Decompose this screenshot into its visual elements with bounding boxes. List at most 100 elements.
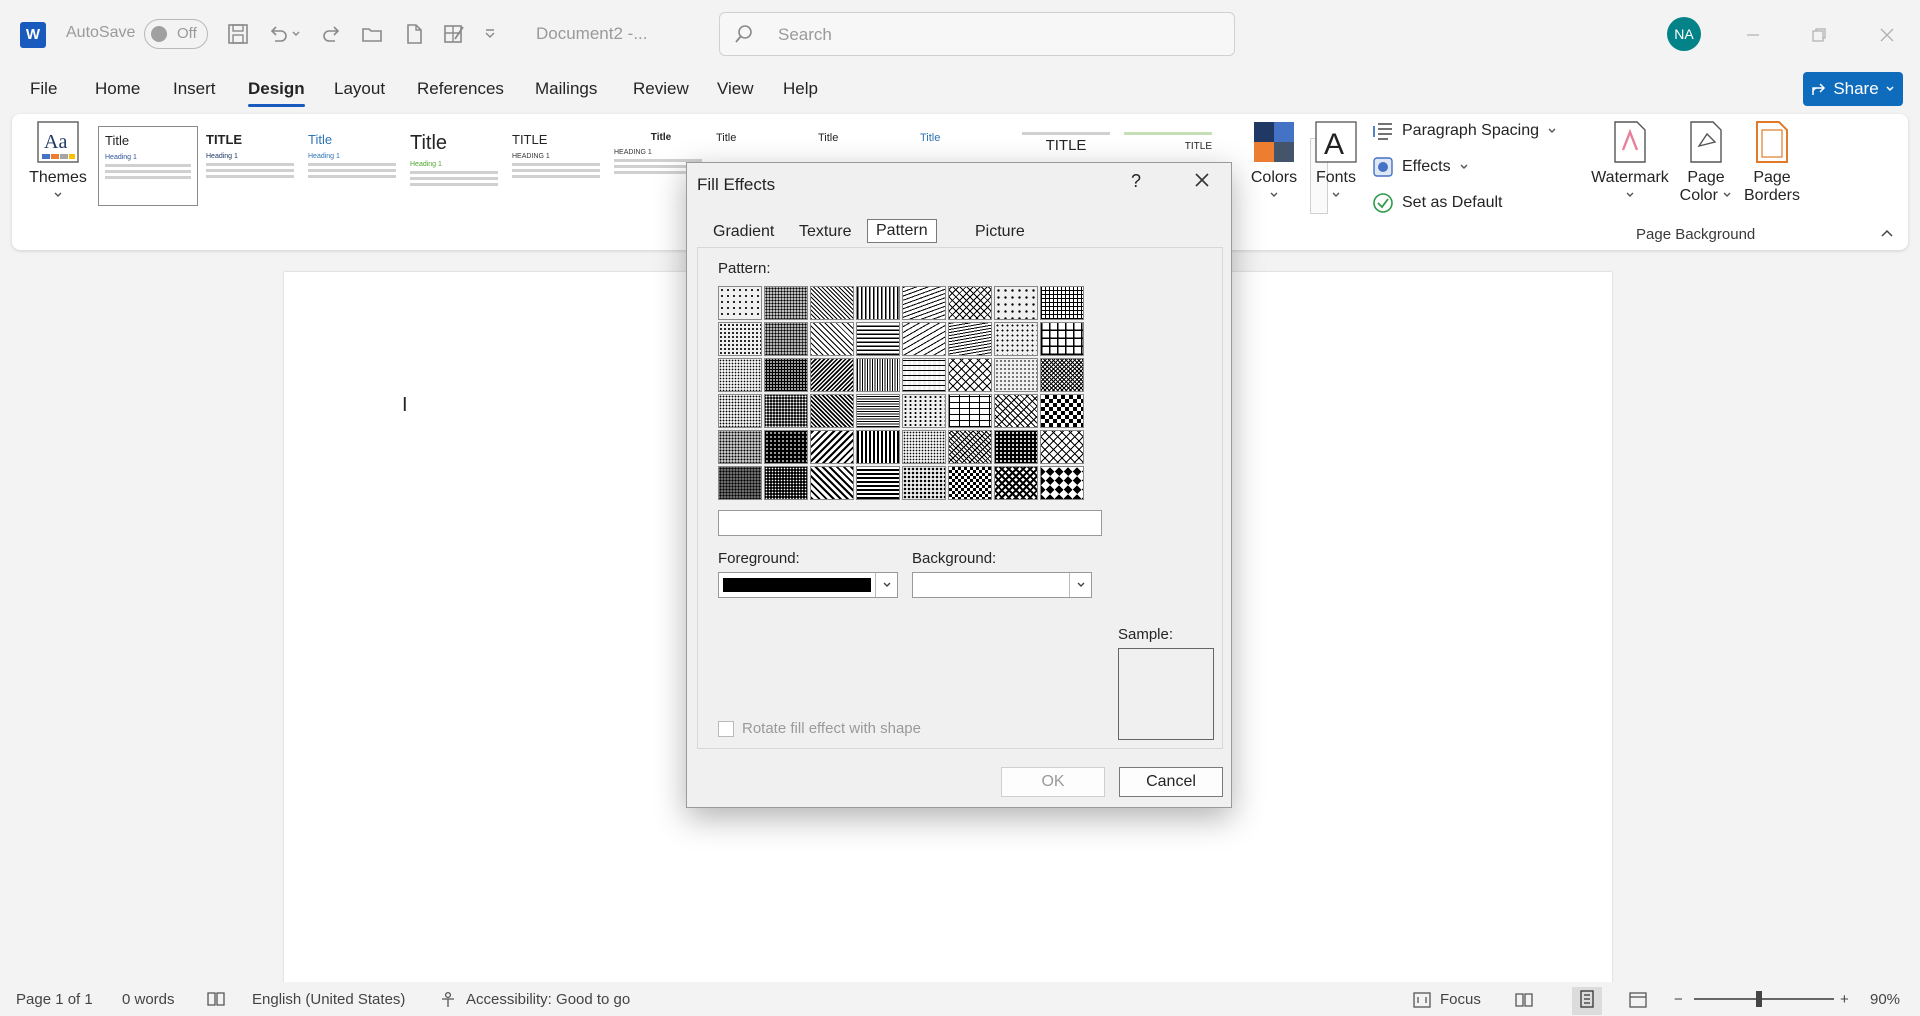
tab-texture[interactable]: Texture [793, 223, 857, 241]
read-mode-icon[interactable] [1514, 991, 1534, 1013]
pattern-swatch[interactable] [810, 466, 854, 500]
style-set-item[interactable]: Title Heading 1 [98, 126, 198, 206]
pattern-swatch[interactable] [764, 466, 808, 500]
menu-insert[interactable]: Insert [173, 79, 216, 99]
search-box[interactable]: Search [719, 12, 1235, 56]
pattern-swatch[interactable] [764, 430, 808, 464]
pattern-swatch[interactable] [810, 358, 854, 392]
pattern-swatch[interactable] [856, 286, 900, 320]
zoom-in-icon[interactable]: + [1840, 991, 1849, 1008]
pattern-swatch[interactable] [810, 322, 854, 356]
paragraph-spacing-button[interactable]: Paragraph Spacing [1372, 120, 1557, 142]
pattern-swatch[interactable] [948, 466, 992, 500]
collapse-ribbon-icon[interactable] [1880, 226, 1894, 242]
page-color-button[interactable]: Page Color [1676, 120, 1736, 205]
pattern-swatch[interactable] [994, 322, 1038, 356]
pattern-swatch[interactable] [810, 430, 854, 464]
menu-references[interactable]: References [417, 79, 504, 99]
watermark-button[interactable]: Watermark [1588, 120, 1672, 205]
page-count[interactable]: Page 1 of 1 [16, 991, 93, 1008]
pattern-swatch[interactable] [948, 430, 992, 464]
checkbox-box[interactable] [718, 720, 734, 737]
style-set-item[interactable]: Title Heading 1 [404, 126, 504, 206]
pattern-swatch[interactable] [856, 430, 900, 464]
accessibility-icon[interactable] [440, 991, 460, 1013]
menu-help[interactable]: Help [783, 79, 818, 99]
share-button[interactable]: Share [1803, 72, 1903, 106]
pattern-swatch[interactable] [994, 394, 1038, 428]
pattern-swatch[interactable] [902, 322, 946, 356]
pattern-swatch[interactable] [902, 286, 946, 320]
pattern-swatch[interactable] [856, 394, 900, 428]
zoom-slider[interactable] [1694, 998, 1834, 1000]
pattern-swatch[interactable] [902, 466, 946, 500]
tab-pattern[interactable]: Pattern [867, 219, 937, 243]
fonts-button[interactable]: A Fonts [1308, 120, 1364, 205]
pattern-swatch[interactable] [994, 466, 1038, 500]
pattern-swatch[interactable] [948, 358, 992, 392]
word-count[interactable]: 0 words [122, 991, 175, 1008]
accessibility-status[interactable]: Accessibility: Good to go [466, 991, 630, 1008]
pattern-swatch[interactable] [856, 466, 900, 500]
pattern-swatch[interactable] [1040, 466, 1084, 500]
pattern-swatch[interactable] [764, 322, 808, 356]
themes-button[interactable]: Aa Themes [28, 120, 88, 205]
tab-picture[interactable]: Picture [969, 223, 1031, 241]
style-set-item[interactable]: TITLE HEADING 1 [506, 126, 606, 206]
pattern-swatch[interactable] [718, 394, 762, 428]
web-layout-icon[interactable] [1628, 991, 1648, 1013]
menu-home[interactable]: Home [95, 79, 140, 99]
pattern-swatch[interactable] [810, 394, 854, 428]
set-as-default-button[interactable]: Set as Default [1372, 192, 1503, 214]
print-layout-icon[interactable] [1572, 987, 1602, 1015]
language[interactable]: English (United States) [252, 991, 405, 1008]
page-borders-button[interactable]: Page Borders [1742, 120, 1802, 205]
pattern-swatch[interactable] [948, 286, 992, 320]
pattern-swatch[interactable] [948, 322, 992, 356]
cancel-button[interactable]: Cancel [1119, 767, 1223, 797]
pattern-swatch[interactable] [902, 430, 946, 464]
focus-icon[interactable] [1412, 991, 1432, 1013]
tab-gradient[interactable]: Gradient [707, 223, 780, 241]
zoom-slider-thumb[interactable] [1756, 991, 1762, 1007]
pattern-swatch[interactable] [902, 394, 946, 428]
open-folder-icon[interactable] [356, 18, 388, 50]
foreground-color-select[interactable] [718, 572, 898, 598]
pattern-swatch[interactable] [764, 394, 808, 428]
pattern-swatch[interactable] [718, 322, 762, 356]
pattern-swatch[interactable] [994, 358, 1038, 392]
pattern-swatch[interactable] [1040, 286, 1084, 320]
effects-button[interactable]: Effects [1372, 156, 1469, 178]
autosave-toggle[interactable]: Off [144, 19, 208, 49]
pattern-swatch[interactable] [994, 430, 1038, 464]
pattern-swatch[interactable] [1040, 358, 1084, 392]
menu-view[interactable]: View [717, 79, 754, 99]
proofing-icon[interactable] [207, 991, 225, 1011]
avatar[interactable]: NA [1667, 17, 1701, 51]
pattern-swatch[interactable] [718, 286, 762, 320]
pattern-swatch[interactable] [1040, 322, 1084, 356]
document-title[interactable]: Document2 -... [536, 24, 648, 44]
ok-button[interactable]: OK [1001, 767, 1105, 797]
close-window-icon[interactable] [1872, 20, 1902, 50]
pattern-swatch[interactable] [810, 286, 854, 320]
style-set-item[interactable]: TITLE Heading 1 [200, 126, 300, 206]
restore-icon[interactable] [1804, 20, 1834, 50]
menu-file[interactable]: File [30, 79, 57, 99]
new-document-icon[interactable] [398, 18, 430, 50]
menu-layout[interactable]: Layout [334, 79, 385, 99]
save-icon[interactable] [222, 18, 254, 50]
zoom-out-icon[interactable]: − [1674, 991, 1683, 1008]
pattern-swatch[interactable] [1040, 394, 1084, 428]
pattern-swatch[interactable] [718, 466, 762, 500]
minimize-icon[interactable] [1738, 20, 1768, 50]
help-icon[interactable]: ? [1131, 171, 1141, 192]
pattern-swatch[interactable] [1040, 430, 1084, 464]
pattern-swatch[interactable] [718, 430, 762, 464]
menu-design[interactable]: Design [248, 79, 305, 107]
undo-dropdown-icon[interactable] [288, 18, 304, 50]
menu-mailings[interactable]: Mailings [535, 79, 597, 99]
pattern-swatch[interactable] [994, 286, 1038, 320]
pattern-swatch[interactable] [948, 394, 992, 428]
focus-label[interactable]: Focus [1440, 991, 1481, 1008]
